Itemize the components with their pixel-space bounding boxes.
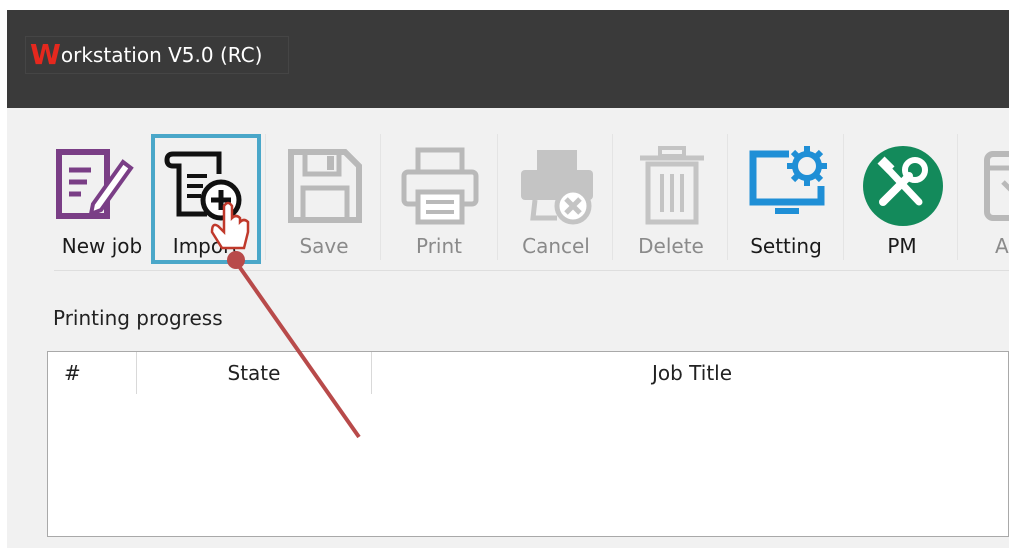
main-area: New job Import Save Print Cancel Delete … bbox=[7, 108, 1009, 548]
title-text: orkstation V5.0 (RC) bbox=[60, 43, 263, 67]
cancel-print-icon bbox=[521, 150, 593, 225]
save-label: Save bbox=[299, 234, 349, 258]
toolbar-separator bbox=[497, 134, 498, 260]
column-header-number[interactable]: # bbox=[48, 352, 137, 394]
new-job-icon bbox=[56, 149, 134, 219]
new-job-button[interactable]: New job bbox=[47, 134, 157, 264]
print-icon bbox=[401, 147, 479, 225]
setting-button[interactable]: Setting bbox=[731, 134, 841, 264]
cancel-button[interactable]: Cancel bbox=[501, 134, 611, 264]
title-bar: W orkstation V5.0 (RC) bbox=[7, 10, 1009, 108]
cancel-label: Cancel bbox=[522, 234, 590, 258]
toolbar-separator bbox=[843, 134, 844, 260]
print-label: Print bbox=[415, 234, 462, 258]
table-body[interactable] bbox=[48, 394, 1008, 536]
toolbar-separator bbox=[957, 134, 958, 260]
table-header: # State Job Title bbox=[48, 352, 1008, 394]
delete-button[interactable]: Delete bbox=[616, 134, 726, 264]
delete-label: Delete bbox=[638, 234, 704, 258]
tools-icon bbox=[863, 146, 943, 226]
toolbar-divider bbox=[54, 270, 1009, 271]
toolbar-separator bbox=[727, 134, 728, 260]
monitor-gear-icon bbox=[749, 146, 827, 214]
progress-table[interactable]: # State Job Title bbox=[47, 351, 1009, 537]
trash-icon bbox=[640, 146, 704, 225]
window-icon bbox=[984, 151, 1009, 221]
import-label: Import bbox=[172, 234, 240, 258]
print-button[interactable]: Print bbox=[384, 134, 494, 264]
title-logo-letter: W bbox=[30, 38, 61, 71]
partial-button-label: A bbox=[995, 234, 1009, 258]
import-icon bbox=[164, 151, 242, 221]
toolbar-separator bbox=[380, 134, 381, 260]
column-header-state[interactable]: State bbox=[137, 352, 372, 394]
partial-toolbar-button[interactable]: A bbox=[959, 134, 1009, 264]
window-title: W orkstation V5.0 (RC) bbox=[25, 36, 290, 74]
column-header-job-title[interactable]: Job Title bbox=[372, 352, 1009, 394]
printing-progress-label: Printing progress bbox=[53, 306, 223, 330]
toolbar-separator bbox=[265, 134, 266, 260]
toolbar: New job Import Save Print Cancel Delete … bbox=[7, 108, 1009, 272]
import-button[interactable]: Import bbox=[151, 134, 261, 264]
save-button[interactable]: Save bbox=[269, 134, 379, 264]
pm-button[interactable]: PM bbox=[847, 134, 957, 264]
new-job-label: New job bbox=[61, 234, 143, 258]
toolbar-separator bbox=[612, 134, 613, 260]
save-icon bbox=[288, 149, 362, 223]
setting-label: Setting bbox=[750, 234, 822, 258]
pm-label: PM bbox=[887, 234, 917, 258]
